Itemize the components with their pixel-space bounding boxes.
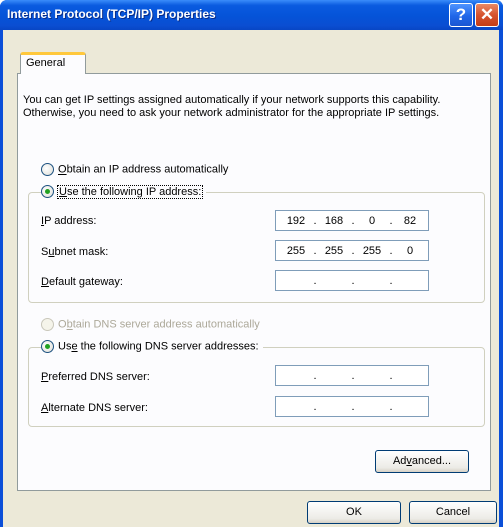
- octet-dot: .: [389, 370, 393, 382]
- octet-dot: .: [313, 275, 317, 287]
- octet-dot: .: [351, 370, 355, 382]
- close-icon[interactable]: ✕: [475, 3, 499, 27]
- dialog-window: Internet Protocol (TCP/IP) Properties ? …: [0, 0, 503, 527]
- octet: 255: [286, 245, 306, 257]
- default-gateway-label: Default gateway:: [41, 276, 123, 288]
- radio-button-selected-icon: [41, 185, 54, 198]
- octet-dot: .: [351, 275, 355, 287]
- octet-dot: .: [351, 401, 355, 413]
- octet: 255: [324, 245, 344, 257]
- octet-dot: .: [389, 275, 393, 287]
- cancel-button[interactable]: Cancel: [409, 501, 497, 524]
- octet: 168: [324, 215, 344, 227]
- radio-label: Obtain an IP address automatically: [58, 163, 229, 176]
- window-title: Internet Protocol (TCP/IP) Properties: [7, 7, 216, 21]
- ok-button[interactable]: OK: [307, 501, 401, 524]
- octet: 192: [286, 215, 306, 227]
- octet: 82: [403, 215, 417, 227]
- octet: 0: [406, 245, 414, 257]
- octet-dot: .: [313, 370, 317, 382]
- radio-button-icon: [41, 318, 54, 331]
- radio-use-following-ip[interactable]: Use the following IP address:: [41, 184, 207, 199]
- radio-label: Use the following IP address:: [56, 184, 204, 199]
- radio-label: Obtain DNS server address automatically: [58, 318, 260, 331]
- preferred-dns-label: Preferred DNS server:: [41, 371, 150, 383]
- tab-general[interactable]: General: [20, 52, 86, 74]
- radio-obtain-ip-auto[interactable]: Obtain an IP address automatically: [41, 163, 228, 176]
- ip-address-field[interactable]: 192 . 168 . 0 . 82: [275, 210, 429, 231]
- default-gateway-field[interactable]: . . .: [275, 270, 429, 291]
- octet-dot: .: [389, 401, 393, 413]
- ip-address-label: IP address:: [41, 215, 97, 227]
- dialog-client-area: General You can get IP settings assigned…: [3, 30, 499, 527]
- radio-obtain-dns-auto[interactable]: Obtain DNS server address automatically: [41, 318, 260, 331]
- preferred-dns-field[interactable]: . . .: [275, 365, 429, 386]
- radio-button-icon: [41, 163, 54, 176]
- alternate-dns-field[interactable]: . . .: [275, 396, 429, 417]
- octet: 0: [368, 215, 376, 227]
- radio-button-selected-icon: [41, 340, 54, 353]
- octet: 255: [362, 245, 382, 257]
- subnet-mask-field[interactable]: 255 . 255 . 255 . 0: [275, 240, 429, 261]
- help-icon[interactable]: ?: [449, 3, 473, 27]
- alternate-dns-label: Alternate DNS server:: [41, 402, 148, 414]
- radio-use-following-dns[interactable]: Use the following DNS server addresses:: [41, 340, 263, 353]
- radio-label: Use the following DNS server addresses:: [58, 340, 259, 353]
- advanced-button[interactable]: Advanced...: [375, 450, 469, 473]
- octet-dot: .: [313, 401, 317, 413]
- intro-text: You can get IP settings assigned automat…: [23, 94, 441, 119]
- subnet-mask-label: Subnet mask:: [41, 246, 109, 258]
- title-bar[interactable]: Internet Protocol (TCP/IP) Properties ? …: [0, 0, 503, 30]
